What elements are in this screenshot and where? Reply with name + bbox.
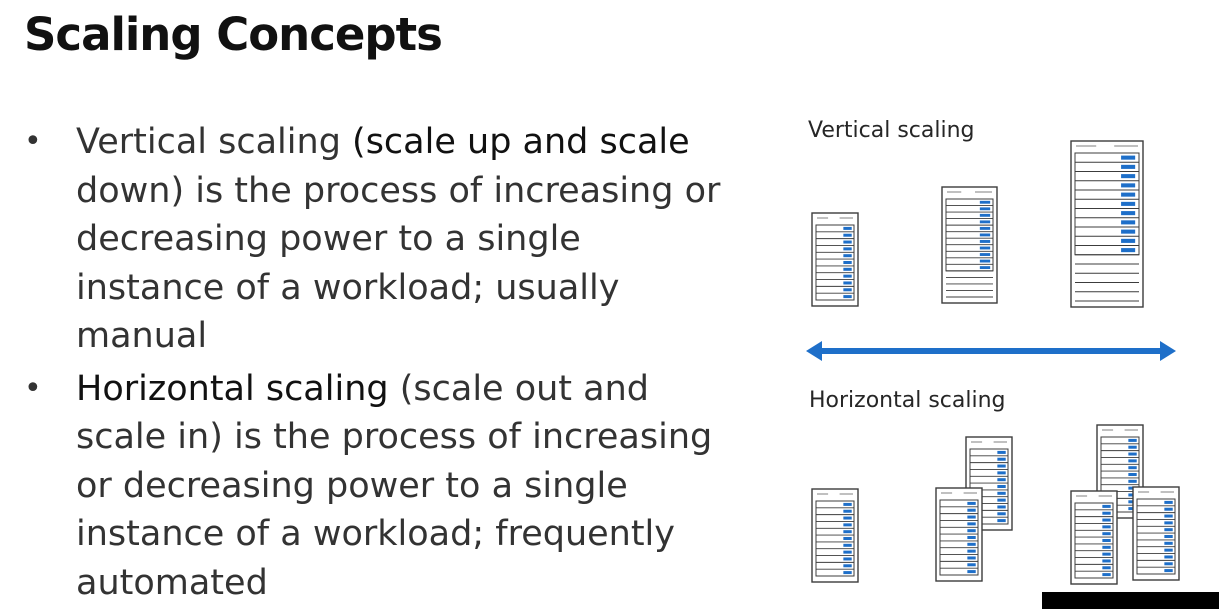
server-rack-icon [811, 212, 859, 307]
server-rack-icon [1070, 140, 1144, 308]
server-rack-icon [811, 488, 859, 583]
server-rack-icon [935, 487, 983, 582]
server-rack-icon [1070, 490, 1118, 585]
scaling-diagram [806, 140, 1180, 585]
video-overlay-bar [1042, 592, 1219, 609]
double-arrow-icon [806, 341, 1176, 361]
server-rack-icon [941, 186, 998, 304]
server-rack-icon [1132, 486, 1180, 581]
